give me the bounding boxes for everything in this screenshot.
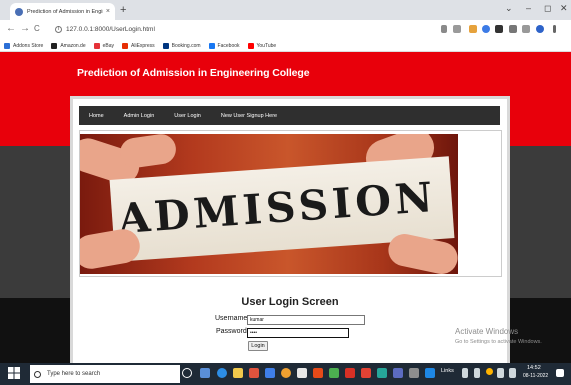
bookmark-label: Booking.com <box>171 42 201 49</box>
app-icon[interactable] <box>249 368 259 378</box>
volume-icon[interactable] <box>509 368 516 378</box>
microphone-icon[interactable] <box>162 368 166 378</box>
extension-icon[interactable] <box>495 25 503 33</box>
extension-icon[interactable] <box>482 25 490 33</box>
browser-tab[interactable]: Prediction of Admission in Engin × <box>10 3 115 20</box>
favicon-icon <box>15 7 23 16</box>
username-label: Username <box>215 315 248 322</box>
app-icon[interactable] <box>377 368 387 378</box>
reload-button[interactable]: C <box>34 22 40 36</box>
bookmark-item[interactable]: YouTube <box>247 42 277 49</box>
nav-admin-login[interactable]: Admin Login <box>124 113 155 119</box>
app-icon[interactable] <box>313 368 323 378</box>
clock-date[interactable]: 08-11-2022 <box>523 373 548 379</box>
bookmarks-bar: Addons Store Amazon.de eBay AliExpress Booki… <box>0 40 571 52</box>
bookmark-item[interactable]: Booking.com <box>162 42 201 49</box>
bookmark-label: Facebook <box>217 42 240 49</box>
app-icon[interactable] <box>361 368 371 378</box>
maximize-button[interactable]: ◻ <box>544 3 551 14</box>
activation-watermark-hint: Go to Settings to activate Windows. <box>455 339 542 345</box>
bookmark-favicon-icon <box>93 42 100 49</box>
people-icon[interactable] <box>462 368 468 378</box>
bookmark-item[interactable]: Addons Store <box>4 42 44 49</box>
app-icon[interactable] <box>297 368 307 378</box>
app-icon[interactable] <box>265 368 275 378</box>
cortana-icon[interactable] <box>182 368 192 378</box>
bookmark-label: Addons Store <box>13 42 44 49</box>
share-icon[interactable] <box>441 25 447 33</box>
reading-list-icon[interactable] <box>509 25 517 33</box>
links-toolbar[interactable]: Links <box>441 368 454 374</box>
url-text: 127.0.0.1:8000/UserLogin.html <box>66 26 155 33</box>
activation-watermark: Activate Windows <box>455 327 519 336</box>
task-view-icon[interactable] <box>200 368 210 378</box>
bookmark-item[interactable]: Amazon.de <box>51 42 86 49</box>
hand-shape <box>80 226 143 272</box>
taskbar-search-placeholder: Type here to search <box>47 371 101 377</box>
site-nav: Home Admin Login User Login New User Sig… <box>79 106 500 125</box>
bookmark-label: eBay <box>102 42 115 49</box>
bookmark-star-icon[interactable] <box>453 25 461 33</box>
chevron-up-icon[interactable] <box>474 368 480 378</box>
app-icon[interactable] <box>409 368 419 378</box>
close-window-button[interactable]: ✕ <box>560 3 568 14</box>
app-icon[interactable] <box>281 368 291 378</box>
windows-start-icon[interactable] <box>8 367 20 379</box>
tab-close-icon[interactable]: × <box>106 8 110 15</box>
bookmark-label: Amazon.de <box>60 42 86 49</box>
site-info-icon[interactable]: i <box>55 26 62 33</box>
edge-icon[interactable] <box>217 368 227 378</box>
tray-app-icon[interactable] <box>486 368 493 375</box>
tab-title: Prediction of Admission in Engin <box>27 8 103 15</box>
app-icon[interactable] <box>329 368 339 378</box>
tab-search-icon[interactable]: ⌄ <box>505 3 513 14</box>
notification-icon[interactable] <box>556 369 564 377</box>
clock-time[interactable]: 14:52 <box>527 365 541 371</box>
login-title: User Login Screen <box>241 296 339 308</box>
nav-new-user-signup[interactable]: New User Signup Here <box>221 113 277 119</box>
password-field[interactable] <box>247 328 349 338</box>
new-tab-button[interactable]: + <box>120 4 126 16</box>
bookmark-favicon-icon <box>162 42 169 49</box>
bookmark-label: YouTube <box>256 42 277 49</box>
app-icon[interactable] <box>393 368 403 378</box>
bookmark-label: AliExpress <box>131 42 155 49</box>
nav-user-login[interactable]: User Login <box>174 113 201 119</box>
minimize-button[interactable]: – <box>526 3 531 13</box>
app-icon[interactable] <box>425 368 435 378</box>
bookmark-item[interactable]: AliExpress <box>122 42 155 49</box>
hand-shape <box>118 134 178 170</box>
site-title: Prediction of Admission in Engineering C… <box>77 67 310 79</box>
menu-icon[interactable] <box>553 25 556 33</box>
login-button[interactable]: Login <box>248 341 268 351</box>
bookmark-favicon-icon <box>247 42 254 49</box>
bookmark-favicon-icon <box>51 42 58 49</box>
profile-icon[interactable] <box>536 25 544 33</box>
back-button[interactable]: ← <box>6 22 16 36</box>
password-label: Password <box>216 328 247 335</box>
taskbar-search-input[interactable]: Type here to search <box>30 365 180 383</box>
file-explorer-icon[interactable] <box>233 368 243 378</box>
forward-button[interactable]: → <box>20 22 30 36</box>
app-icon[interactable] <box>345 368 355 378</box>
url-input[interactable]: i 127.0.0.1:8000/UserLogin.html <box>55 23 475 36</box>
bookmark-favicon-icon <box>4 42 10 49</box>
bookmark-favicon-icon <box>208 42 215 49</box>
search-icon <box>34 370 41 378</box>
admission-banner-image: ADMISSION <box>80 134 458 274</box>
extension-icon[interactable] <box>469 25 477 33</box>
screen: Prediction of Admission in Engin × + ⌄ –… <box>0 0 571 385</box>
bookmark-item[interactable]: Facebook <box>208 42 240 49</box>
username-field[interactable] <box>247 315 365 325</box>
nav-home[interactable]: Home <box>89 113 104 119</box>
side-panel-icon[interactable] <box>522 25 530 33</box>
network-icon[interactable] <box>497 368 504 378</box>
bookmark-item[interactable]: eBay <box>93 42 115 49</box>
bookmark-favicon-icon <box>122 42 129 49</box>
